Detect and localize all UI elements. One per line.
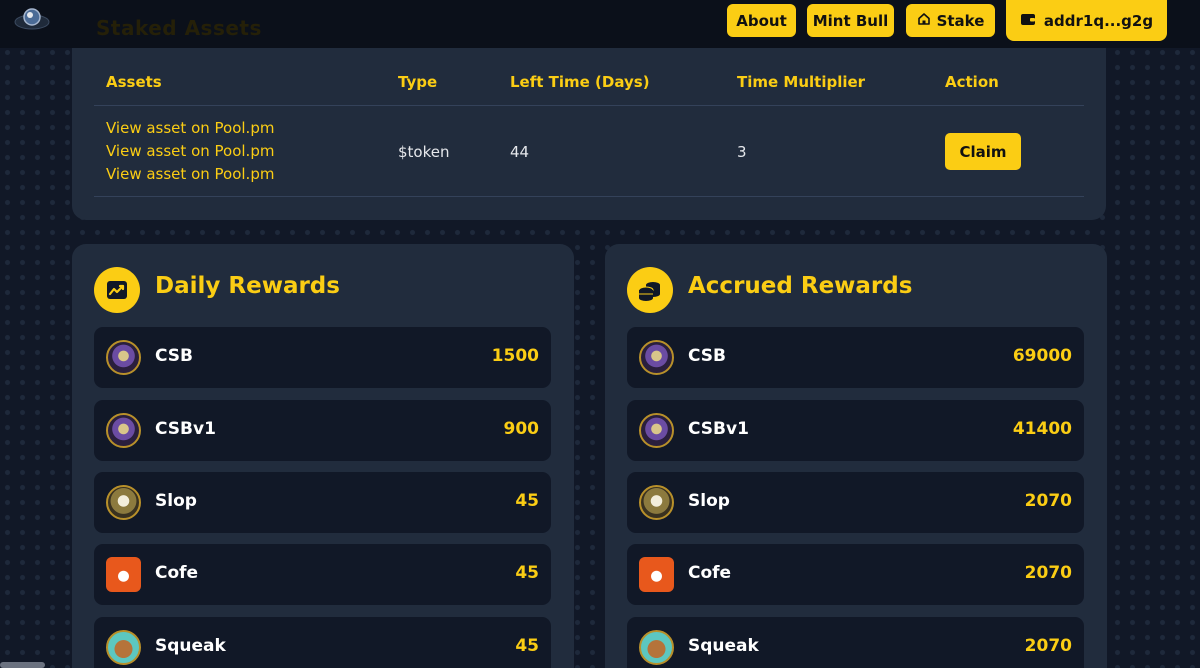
claim-button[interactable]: Claim <box>945 133 1021 170</box>
col-header-left-time: Left Time (Days) <box>510 73 650 91</box>
table-header-divider <box>94 105 1084 106</box>
wallet-icon <box>1020 12 1036 30</box>
accrued-rewards-card: Accrued Rewards CSB 69000 CSBv1 41400 Sl… <box>605 244 1107 668</box>
token-name: CSBv1 <box>688 419 749 439</box>
col-header-time-multiplier: Time Multiplier <box>737 73 866 91</box>
token-value: 1500 <box>491 346 539 366</box>
table-row-divider <box>94 196 1084 197</box>
horizontal-scrollbar[interactable] <box>0 662 45 668</box>
stake-label: Stake <box>936 11 985 30</box>
token-value: 45 <box>515 636 539 656</box>
slop-skull-avatar <box>639 485 674 520</box>
mint-bull-button[interactable]: Mint Bull <box>807 4 894 37</box>
pool-pm-link[interactable]: View asset on Pool.pm <box>106 165 274 183</box>
csb-bull-avatar <box>639 413 674 448</box>
token-name: Squeak <box>155 636 226 656</box>
coffee-cup-avatar <box>106 557 141 592</box>
pool-pm-link[interactable]: View asset on Pool.pm <box>106 142 274 160</box>
accrued-rewards-title: Accrued Rewards <box>688 273 913 299</box>
token-name: CSBv1 <box>155 419 216 439</box>
csb-bull-avatar <box>639 340 674 375</box>
reward-row: Squeak 2070 <box>627 617 1084 668</box>
token-value: 69000 <box>1012 346 1072 366</box>
stake-button[interactable]: Stake <box>906 4 995 37</box>
csb-bull-avatar <box>106 413 141 448</box>
reward-row: Cofe 2070 <box>627 544 1084 605</box>
mint-bull-label: Mint Bull <box>812 11 889 30</box>
reward-row: CSBv1 41400 <box>627 400 1084 461</box>
about-label: About <box>736 11 787 30</box>
chart-icon <box>94 267 140 313</box>
reward-row: Slop 45 <box>94 472 551 533</box>
page-title-partial: Staked Assets <box>96 16 262 40</box>
slop-skull-avatar <box>106 485 141 520</box>
wallet-address: addr1q...g2g <box>1043 11 1154 30</box>
about-button[interactable]: About <box>727 4 796 37</box>
reward-row: CSB 1500 <box>94 327 551 388</box>
top-navigation-bar: Staked Assets About Mint Bull Stake addr… <box>0 0 1200 48</box>
coins-icon <box>627 267 673 313</box>
reward-row: Slop 2070 <box>627 472 1084 533</box>
token-name: Slop <box>155 491 197 511</box>
reward-row: Cofe 45 <box>94 544 551 605</box>
col-header-action: Action <box>945 73 999 91</box>
token-name: Cofe <box>155 563 199 583</box>
site-logo[interactable] <box>12 4 52 34</box>
reward-row: Squeak 45 <box>94 617 551 668</box>
reward-row: CSBv1 900 <box>94 400 551 461</box>
token-value: 2070 <box>1024 636 1072 656</box>
asset-time-multiplier: 3 <box>737 143 747 161</box>
csb-bull-avatar <box>106 340 141 375</box>
token-name: Cofe <box>688 563 732 583</box>
col-header-type: Type <box>398 73 438 91</box>
coffee-cup-avatar <box>639 557 674 592</box>
squeak-mouse-avatar <box>106 630 141 665</box>
token-name: Slop <box>688 491 730 511</box>
daily-rewards-card: Daily Rewards CSB 1500 CSBv1 900 Slop 45… <box>72 244 574 668</box>
token-value: 41400 <box>1012 419 1072 439</box>
token-name: CSB <box>688 346 726 366</box>
token-value: 900 <box>503 419 540 439</box>
pool-pm-link[interactable]: View asset on Pool.pm <box>106 119 274 137</box>
token-value: 2070 <box>1024 563 1072 583</box>
wallet-button[interactable]: addr1q...g2g <box>1006 0 1167 41</box>
asset-type: $token <box>398 143 450 161</box>
col-header-assets: Assets <box>106 73 162 91</box>
token-value: 2070 <box>1024 491 1072 511</box>
token-value: 45 <box>515 491 539 511</box>
daily-rewards-title: Daily Rewards <box>155 273 340 299</box>
token-value: 45 <box>515 563 539 583</box>
token-name: CSB <box>155 346 193 366</box>
home-icon <box>917 12 931 30</box>
token-name: Squeak <box>688 636 759 656</box>
squeak-mouse-avatar <box>639 630 674 665</box>
asset-left-time: 44 <box>510 143 530 161</box>
reward-row: CSB 69000 <box>627 327 1084 388</box>
